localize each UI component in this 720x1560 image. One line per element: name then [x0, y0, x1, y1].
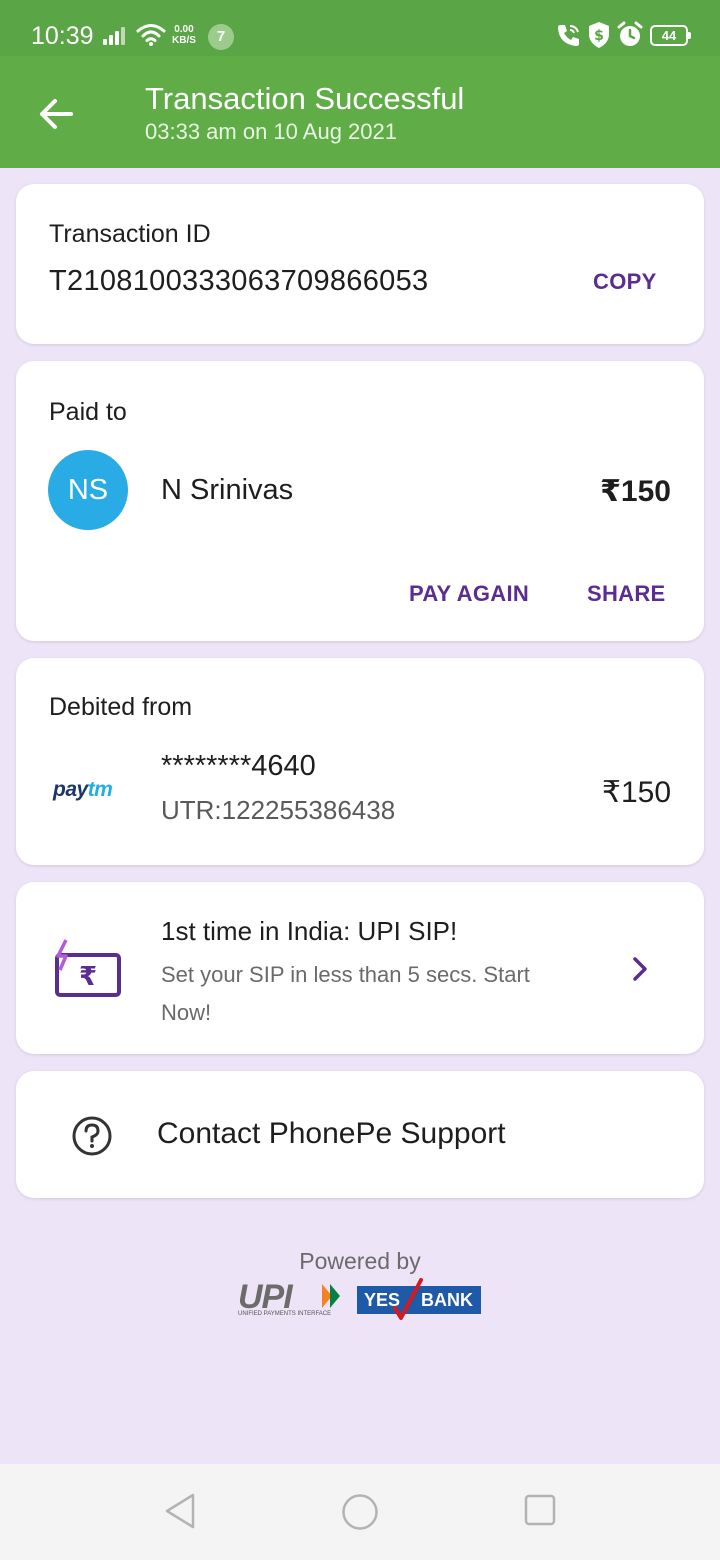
transaction-id-label: Transaction ID — [49, 220, 211, 248]
promo-title: 1st time in India: UPI SIP! — [161, 916, 458, 946]
paytm-logo: paytm — [53, 778, 113, 802]
nav-recents-icon[interactable] — [524, 1494, 556, 1526]
arrow-left-icon — [40, 99, 73, 129]
network-speed-unit: KB/S — [172, 35, 196, 46]
transaction-id-card: Transaction ID T2108100333063709866053 C… — [16, 184, 704, 344]
contact-support-label: Contact PhonePe Support — [157, 1117, 506, 1150]
debited-from-label: Debited from — [49, 693, 193, 721]
utr-number: UTR:122255386438 — [161, 795, 396, 825]
promo-description: Set your SIP in less than 5 secs. Start … — [161, 962, 530, 1025]
paytm-logo-pay: pay — [53, 778, 88, 801]
upi-sip-promo-card[interactable]: ₹ 1st time in India: UPI SIP! Set your S… — [16, 882, 704, 1054]
pay-again-button[interactable]: PAY AGAIN — [409, 581, 529, 607]
avatar: NS — [48, 450, 128, 530]
status-time: 10:39 — [31, 22, 94, 50]
battery-indicator: 44 — [650, 25, 691, 46]
powered-by-label: Powered by — [299, 1248, 421, 1274]
yes-bank-logo: YES BANK — [357, 1278, 481, 1320]
transaction-id-value: T2108100333063709866053 — [49, 265, 429, 297]
chevron-right-icon — [633, 957, 647, 981]
svg-text:$: $ — [594, 28, 604, 44]
tick-icon — [393, 1278, 423, 1320]
app-bar: Transaction Successful 03:33 am on 10 Au… — [0, 56, 720, 168]
upi-logo: UPI UNIFIED PAYMENTS INTERFACE — [238, 1278, 348, 1320]
help-circle-icon — [72, 1116, 112, 1156]
payee-name: N Srinivas — [161, 474, 294, 506]
debited-amount: ₹150 — [601, 776, 671, 809]
copy-button[interactable]: COPY — [593, 269, 657, 295]
wifi-icon — [136, 24, 166, 46]
alarm-clock-icon — [617, 21, 643, 46]
upi-logo-subtext: UNIFIED PAYMENTS INTERFACE — [238, 1311, 332, 1317]
paytm-logo-tm: tm — [87, 778, 113, 801]
share-button[interactable]: SHARE — [587, 581, 666, 607]
back-button[interactable] — [30, 88, 82, 140]
wifi-call-icon — [558, 25, 579, 46]
shield-dollar-icon: $ — [589, 22, 609, 48]
network-speed: 0.00 KB/S — [172, 24, 196, 46]
notification-count-badge: 7 — [208, 24, 234, 50]
nav-home-icon[interactable] — [341, 1493, 379, 1531]
yes-bank-bank: BANK — [421, 1290, 473, 1310]
account-number: ********4640 — [161, 750, 316, 782]
svg-text:₹: ₹ — [79, 962, 97, 992]
contact-support-card[interactable]: Contact PhonePe Support — [16, 1071, 704, 1198]
paid-to-card: Paid to NS N Srinivas ₹150 PAY AGAIN SHA… — [16, 361, 704, 641]
signal-icon — [103, 27, 129, 45]
network-speed-value: 0.00 — [174, 24, 194, 35]
upi-arrow-icon — [322, 1284, 340, 1308]
page-title: Transaction Successful — [145, 81, 465, 116]
nav-back-icon[interactable] — [163, 1492, 197, 1530]
debited-from-card: Debited from paytm ********4640 UTR:1222… — [16, 658, 704, 865]
upi-sip-icon: ₹ — [55, 939, 121, 997]
status-bar: 10:39 0.00 KB/S 7 $ 44 — [0, 0, 720, 56]
system-nav-bar — [0, 1464, 720, 1560]
paid-to-label: Paid to — [49, 398, 127, 426]
transaction-datetime: 03:33 am on 10 Aug 2021 — [145, 119, 397, 144]
paid-amount: ₹150 — [600, 475, 671, 508]
